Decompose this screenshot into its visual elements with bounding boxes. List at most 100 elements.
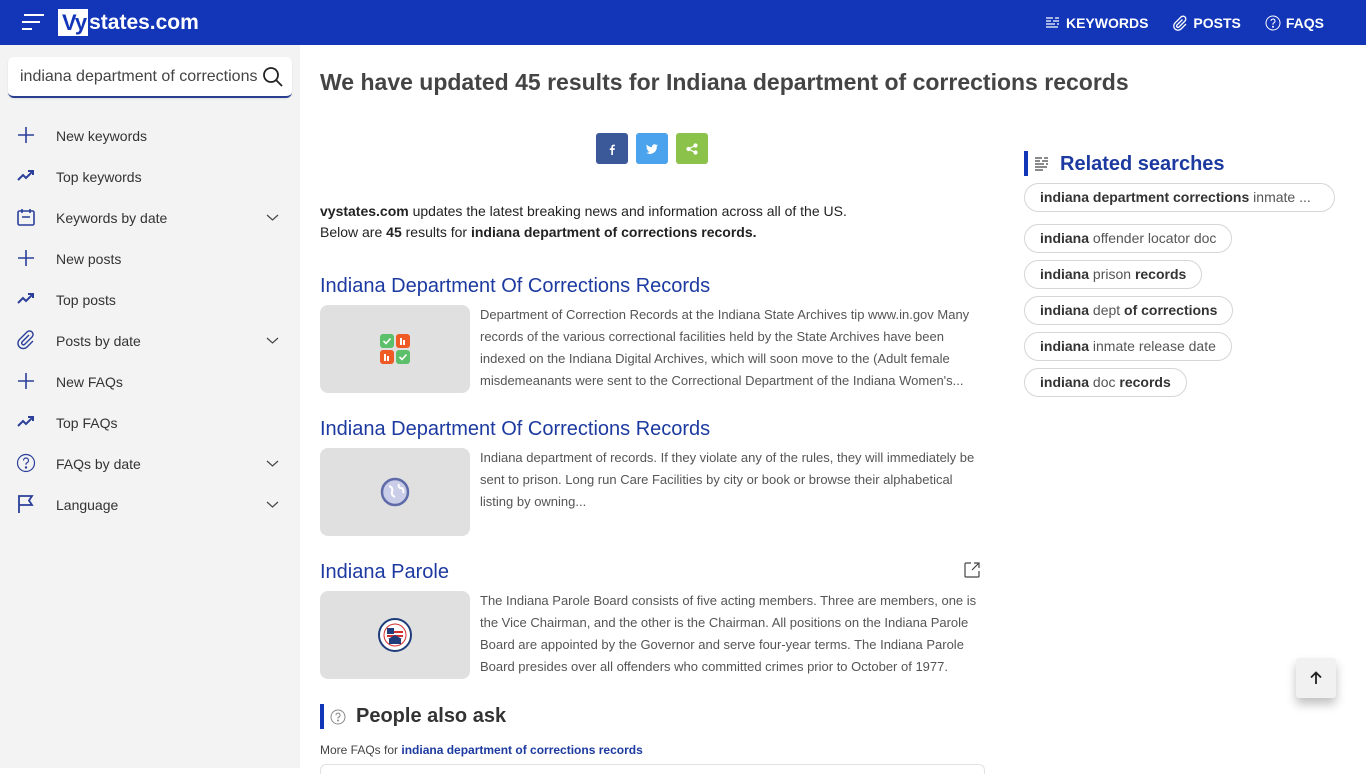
related-search-chip[interactable]: indiana doc records: [1024, 368, 1187, 397]
result-title-link[interactable]: Indiana Parole: [320, 561, 985, 584]
logo-text: states.com: [89, 11, 199, 34]
chip-text-bold: indiana: [1040, 230, 1090, 246]
result-title-link[interactable]: Indiana Department Of Corrections Record…: [320, 418, 985, 441]
nav-keywords[interactable]: KEYWORDS: [1045, 15, 1148, 31]
search-box: [8, 57, 292, 98]
sidebar-item-new-keywords[interactable]: New keywords: [0, 115, 300, 156]
chip-row: indiana offender locator doc: [1024, 224, 1335, 260]
sidebar-item-top-keywords[interactable]: Top keywords: [0, 156, 300, 197]
result-thumbnail[interactable]: [320, 305, 470, 393]
related-search-chip[interactable]: indiana department corrections inmate ..…: [1024, 183, 1335, 212]
chip-text-bold: of corrections: [1124, 302, 1218, 318]
result-title-link[interactable]: Indiana Department Of Corrections Record…: [320, 275, 985, 298]
sidebar-item-keywords-by-date[interactable]: Keywords by date: [0, 197, 300, 238]
plus-icon: [18, 127, 34, 143]
result-snippet: Department of Correction Records at the …: [480, 307, 970, 388]
faq-accordion[interactable]: [320, 764, 985, 774]
more-faqs-text: More FAQs for indiana department of corr…: [320, 743, 643, 757]
chevron-down-icon[interactable]: [266, 458, 279, 468]
chip-text: inmate ...: [1249, 189, 1311, 205]
chip-text-bold: indiana: [1040, 266, 1090, 282]
chevron-down-icon[interactable]: [266, 212, 279, 222]
chip-row: indiana dept of corrections: [1024, 296, 1335, 332]
chip-text: offender locator doc: [1089, 230, 1217, 246]
trending-up-icon: [17, 416, 34, 427]
section-accent-bar: [320, 704, 324, 729]
result-count: 45: [386, 224, 402, 240]
intro-line-2-pre: Below are: [320, 224, 387, 240]
query-text: indiana department of corrections record…: [470, 224, 757, 240]
related-search-chip[interactable]: indiana offender locator doc: [1024, 224, 1233, 253]
records-grid-icon: [380, 334, 410, 364]
nav-faqs[interactable]: FAQS: [1265, 15, 1324, 31]
question-circle-icon: [1265, 15, 1281, 30]
nav-posts-label: POSTS: [1193, 14, 1241, 31]
chip-row: indiana inmate release date: [1024, 332, 1335, 368]
sidebar-item-language[interactable]: Language: [0, 484, 300, 525]
back-to-top-button[interactable]: [1296, 658, 1336, 698]
intro-line-1-rest: updates the latest breaking news and inf…: [408, 203, 847, 219]
section-accent-bar: [1024, 151, 1028, 176]
chip-text-bold: indiana: [1040, 374, 1090, 390]
result-thumbnail[interactable]: [320, 591, 470, 679]
sidebar-item-new-faqs[interactable]: New FAQs: [0, 361, 300, 402]
intro-text: vystates.com updates the latest breaking…: [320, 201, 847, 243]
plus-icon: [18, 250, 34, 266]
related-search-chip[interactable]: indiana prison records: [1024, 260, 1203, 289]
nav-posts[interactable]: POSTS: [1172, 14, 1241, 31]
related-search-chip[interactable]: indiana dept of corrections: [1024, 296, 1234, 325]
sidebar-item-label: Keywords by date: [56, 209, 168, 226]
arrow-up-icon: [1310, 671, 1322, 684]
sidebar-item-label: New posts: [56, 250, 122, 267]
nav-faqs-label: FAQS: [1285, 14, 1324, 31]
sidebar-item-label: Top posts: [56, 291, 116, 308]
chip-text-bold: indiana: [1040, 338, 1090, 354]
paperclip-icon: [17, 330, 34, 350]
external-link-icon[interactable]: [963, 561, 981, 579]
related-chips: indiana department corrections inmate ..…: [1024, 183, 1335, 404]
related-searches-title: Related searches: [1060, 153, 1225, 175]
sidebar-item-posts-by-date[interactable]: Posts by date: [0, 320, 300, 361]
search-icon[interactable]: [262, 66, 284, 88]
result-thumbnail[interactable]: [320, 448, 470, 536]
government-seal-icon: [378, 618, 412, 652]
twitter-share-button[interactable]: [636, 133, 668, 164]
list-icon: [1045, 16, 1059, 28]
more-faqs-link[interactable]: indiana department of corrections record…: [401, 743, 642, 757]
globe-icon: [380, 477, 410, 507]
chevron-down-icon[interactable]: [266, 335, 279, 345]
sidebar: New keywords Top keywords Keywords by da…: [0, 45, 300, 768]
people-also-ask-title: People also ask: [356, 705, 507, 727]
top-nav: KEYWORDS POSTS FAQS: [1045, 0, 1324, 45]
chevron-down-icon[interactable]: [266, 499, 279, 509]
logo-mark: Vy: [58, 9, 89, 36]
question-circle-icon: [330, 709, 346, 725]
list-icon: [1035, 157, 1048, 171]
chip-row: indiana department corrections inmate ..…: [1024, 183, 1335, 224]
result-item: Indiana Parole The Indiana Parole Board …: [320, 561, 985, 679]
sidebar-item-label: FAQs by date: [56, 455, 141, 472]
sidebar-item-top-faqs[interactable]: Top FAQs: [0, 402, 300, 443]
sidebar-item-label: Posts by date: [56, 332, 141, 349]
chip-text: prison: [1089, 266, 1135, 282]
intro-line-2-mid: results for: [401, 224, 471, 240]
share-button[interactable]: [676, 133, 708, 164]
chip-text: doc: [1089, 374, 1120, 390]
paperclip-icon: [1173, 15, 1187, 31]
facebook-share-button[interactable]: [596, 133, 628, 164]
share-icon: [686, 142, 698, 155]
sidebar-item-faqs-by-date[interactable]: FAQs by date: [0, 443, 300, 484]
site-logo[interactable]: Vy states.com: [58, 9, 199, 36]
chip-text: inmate release date: [1089, 338, 1216, 354]
hamburger-menu-icon[interactable]: [22, 14, 44, 30]
top-navbar: Vy states.com KEYWORDS POSTS FAQS: [0, 0, 1366, 45]
sidebar-item-top-posts[interactable]: Top posts: [0, 279, 300, 320]
sidebar-item-new-posts[interactable]: New posts: [0, 238, 300, 279]
chip-row: indiana doc records: [1024, 368, 1335, 404]
chip-text: dept: [1089, 302, 1125, 318]
sidebar-menu: New keywords Top keywords Keywords by da…: [0, 115, 300, 525]
chip-text-bold: indiana: [1040, 302, 1090, 318]
sidebar-item-label: Top FAQs: [56, 414, 118, 431]
search-input[interactable]: [20, 57, 260, 96]
related-search-chip[interactable]: indiana inmate release date: [1024, 332, 1232, 361]
